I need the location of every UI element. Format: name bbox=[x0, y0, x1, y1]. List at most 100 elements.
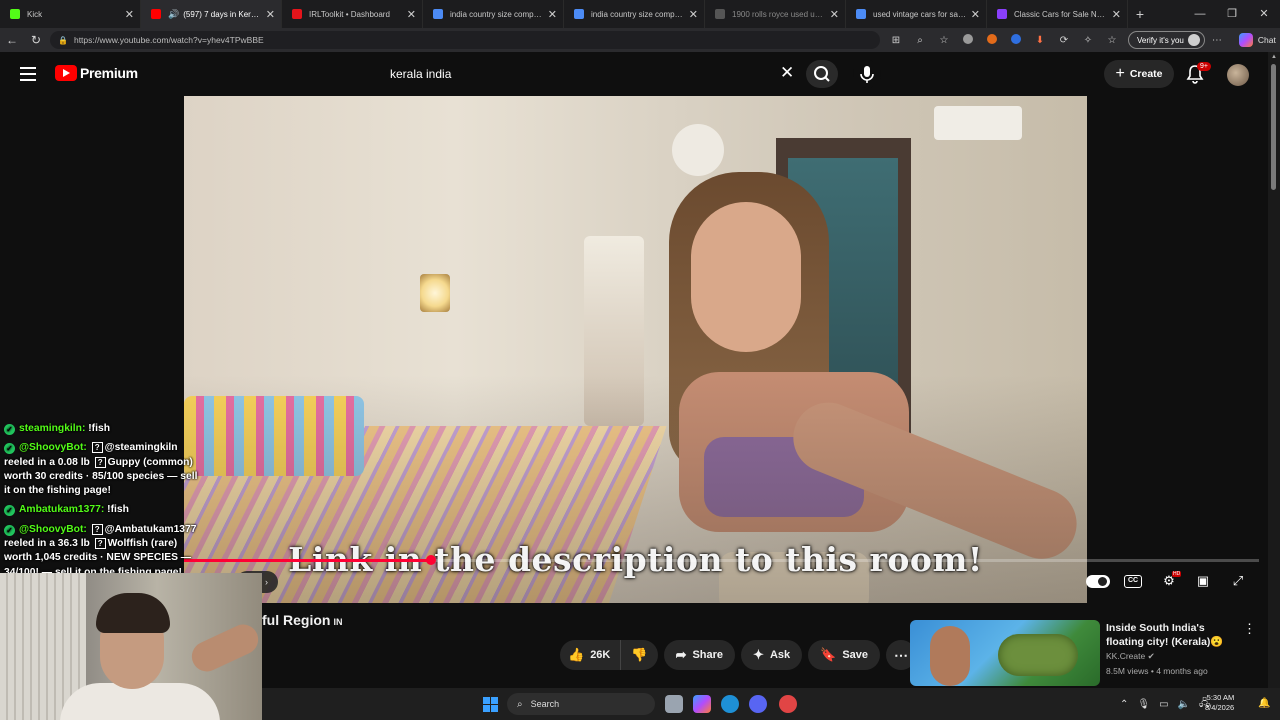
page-scrollbar[interactable]: ▲ bbox=[1268, 52, 1280, 692]
tray-mic-icon[interactable]: 🎙 bbox=[1137, 699, 1150, 710]
recommended-video-title[interactable]: Inside South India's floating city! (Ker… bbox=[1106, 621, 1236, 649]
address-bar[interactable]: 🔒 https://www.youtube.com/watch?v=yhev4T… bbox=[50, 31, 880, 49]
notification-center-icon[interactable]: 🔔 bbox=[1258, 698, 1270, 709]
recommended-channel-label: KK.Create bbox=[1106, 651, 1146, 661]
save-label: Save bbox=[842, 649, 869, 661]
close-tab-icon[interactable]: ✕ bbox=[689, 8, 698, 21]
kick-favicon-icon bbox=[10, 9, 20, 19]
tab-title: india country size compared bbox=[591, 9, 685, 19]
search-input[interactable]: kerala india ✕ bbox=[380, 60, 810, 88]
extensions-row: ⊞ ⌕ ☆ ⬇ ⟳ ✧ ☆ Verify it's you ⋯ Chat bbox=[884, 31, 1276, 49]
taskbar-clock[interactable]: 5:30 AM 8/4/2026 bbox=[1205, 693, 1234, 713]
emoji-placeholder-icon: ? bbox=[91, 523, 103, 535]
chat-message: ✓ steamingkiln: !fish bbox=[0, 421, 210, 437]
fullscreen-icon[interactable]: ⤢ bbox=[1227, 573, 1249, 591]
taskbar-search[interactable]: ⌕ Search bbox=[507, 693, 655, 715]
chat-user: Ambatukam1377: bbox=[19, 504, 105, 516]
chat-message: ✓ Ambatukam1377: !fish bbox=[0, 502, 210, 518]
search-favicon-icon bbox=[715, 9, 725, 19]
extensions-puzzle-icon[interactable]: ✧ bbox=[1076, 35, 1100, 46]
autoplay-toggle[interactable] bbox=[1086, 575, 1110, 588]
tab-title: used vintage cars for sale - S bbox=[873, 9, 967, 19]
video-player[interactable]: Link in the description to this room! bbox=[184, 96, 1087, 603]
search-button[interactable] bbox=[806, 60, 838, 88]
kick-check-icon: ✓ bbox=[4, 443, 15, 455]
extension-shield-icon[interactable] bbox=[956, 33, 980, 47]
dislike-button[interactable]: 👎 bbox=[621, 640, 657, 670]
save-button[interactable]: 🔖 Save bbox=[808, 640, 881, 670]
new-tab-icon[interactable]: + bbox=[1128, 6, 1152, 22]
chat-text: !fish bbox=[107, 504, 129, 516]
browser-tab[interactable]: 1900 rolls royce used united ✕ bbox=[705, 0, 846, 28]
minimize-icon[interactable]: — bbox=[1184, 0, 1216, 28]
site-info-icon[interactable]: 🔒 bbox=[58, 36, 68, 45]
menu-hamburger-icon[interactable] bbox=[20, 67, 36, 81]
extension-orange-icon[interactable] bbox=[980, 33, 1004, 47]
like-dislike-group: 👍 26K 👎 bbox=[560, 640, 658, 670]
close-tab-icon[interactable]: ✕ bbox=[548, 8, 557, 21]
scroll-up-icon[interactable]: ▲ bbox=[1271, 54, 1277, 60]
task-view-icon[interactable] bbox=[665, 695, 683, 713]
close-tab-icon[interactable]: ✕ bbox=[830, 8, 839, 21]
captions-icon[interactable]: CC bbox=[1124, 575, 1142, 588]
create-button[interactable]: + Create bbox=[1104, 60, 1174, 88]
browser-tab[interactable]: used vintage cars for sale - S ✕ bbox=[846, 0, 987, 28]
browser-tab-active[interactable]: 🔊 (597) 7 days in Kerala - In ✕ bbox=[141, 0, 282, 28]
reload-icon[interactable]: ↻ bbox=[24, 33, 48, 47]
logo-text: Premium bbox=[80, 65, 138, 81]
close-window-icon[interactable]: ✕ bbox=[1248, 0, 1280, 28]
like-button[interactable]: 👍 26K bbox=[560, 640, 622, 670]
close-tab-icon[interactable]: ✕ bbox=[125, 8, 134, 21]
verify-profile-button[interactable]: Verify it's you bbox=[1128, 31, 1205, 49]
scrollbar-thumb[interactable] bbox=[1271, 64, 1276, 190]
back-icon[interactable]: ← bbox=[0, 33, 24, 47]
copilot-taskbar-icon[interactable] bbox=[693, 695, 711, 713]
classic-cars-favicon-icon bbox=[997, 9, 1007, 19]
zoom-icon[interactable]: ⌕ bbox=[908, 35, 932, 46]
share-button[interactable]: ➦ Share bbox=[663, 640, 736, 670]
account-avatar[interactable] bbox=[1227, 64, 1249, 86]
extension-blue-icon[interactable] bbox=[1004, 33, 1028, 47]
close-tab-icon[interactable]: ✕ bbox=[1112, 8, 1121, 21]
ask-button[interactable]: ✦ Ask bbox=[741, 640, 803, 670]
tray-display-icon[interactable]: ▭ bbox=[1159, 699, 1168, 710]
tab-title: india country size compared bbox=[450, 9, 544, 19]
more-menu-icon[interactable]: ⋯ bbox=[1205, 35, 1229, 46]
recommended-video-thumbnail[interactable] bbox=[910, 620, 1100, 686]
voice-search-button[interactable] bbox=[853, 60, 881, 88]
window-controls: — ❐ ✕ bbox=[1184, 0, 1280, 28]
kick-check-icon: ✓ bbox=[4, 524, 15, 536]
recommended-more-icon[interactable]: ⋮ bbox=[1243, 621, 1256, 637]
video-progress-bar[interactable] bbox=[184, 555, 1259, 565]
restore-icon[interactable]: ❐ bbox=[1216, 0, 1248, 28]
close-tab-icon[interactable]: ✕ bbox=[266, 8, 275, 21]
install-app-icon[interactable]: ⊞ bbox=[884, 35, 908, 46]
extension-download-icon[interactable]: ⬇ bbox=[1028, 35, 1052, 46]
browser-tab[interactable]: IRLToolkit • Dashboard ✕ bbox=[282, 0, 423, 28]
youtube-premium-logo[interactable]: Premium bbox=[55, 65, 138, 81]
close-tab-icon[interactable]: ✕ bbox=[407, 8, 416, 21]
favorites-icon[interactable]: ☆ bbox=[1100, 35, 1124, 46]
edge-browser-icon[interactable] bbox=[721, 695, 739, 713]
browser-tab[interactable]: india country size compared ✕ bbox=[423, 0, 564, 28]
windows-start-icon[interactable] bbox=[483, 697, 498, 712]
copilot-chat-button[interactable]: Chat bbox=[1238, 33, 1276, 47]
clear-search-icon[interactable]: ✕ bbox=[780, 63, 794, 83]
browser-tab[interactable]: india country size compared ✕ bbox=[564, 0, 705, 28]
tray-volume-icon[interactable]: 🔈 bbox=[1178, 699, 1190, 710]
browser-tab[interactable]: Classic Cars for Sale Near Me ✕ bbox=[987, 0, 1128, 28]
search-favicon-icon bbox=[856, 9, 866, 19]
chat-label: Chat bbox=[1257, 35, 1276, 45]
speaker-icon[interactable]: 🔊 bbox=[168, 9, 179, 20]
search-favicon-icon bbox=[574, 9, 584, 19]
app-icon[interactable] bbox=[779, 695, 797, 713]
favorite-star-icon[interactable]: ☆ bbox=[932, 35, 956, 46]
discord-icon[interactable] bbox=[749, 695, 767, 713]
browser-tab[interactable]: Kick ✕ bbox=[0, 0, 141, 28]
miniplayer-icon[interactable]: ▣ bbox=[1192, 573, 1214, 591]
close-tab-icon[interactable]: ✕ bbox=[971, 8, 980, 21]
search-icon bbox=[814, 66, 830, 82]
extension-refresh-icon[interactable]: ⟳ bbox=[1052, 35, 1076, 46]
recommended-channel-name[interactable]: KK.Create ✔ bbox=[1106, 651, 1155, 662]
tray-chevron-icon[interactable]: ⌃ bbox=[1120, 699, 1128, 710]
